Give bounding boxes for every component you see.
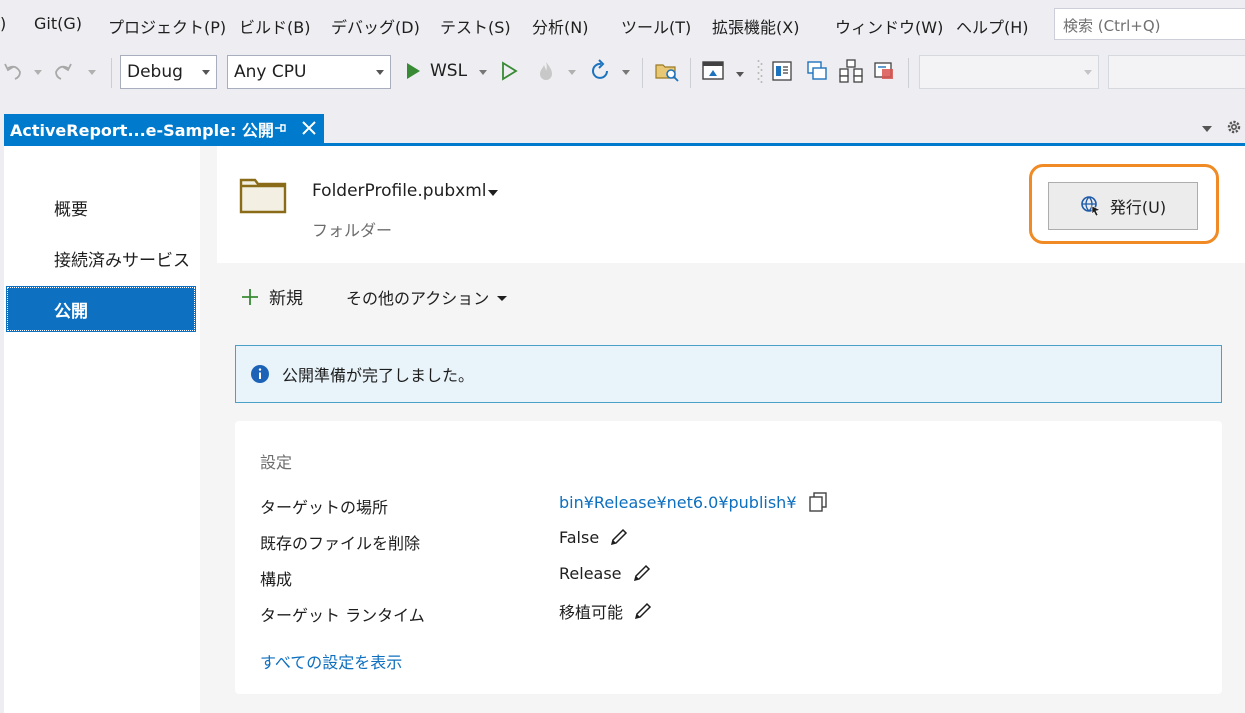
setting-label-delete-existing: 既存のファイルを削除 bbox=[260, 534, 421, 553]
folder-search-icon[interactable] bbox=[654, 59, 680, 83]
pin-icon[interactable] bbox=[272, 120, 288, 140]
hot-reload-icon[interactable] bbox=[534, 59, 558, 83]
close-icon[interactable] bbox=[300, 119, 318, 141]
setting-value-target-runtime: 移植可能 bbox=[559, 599, 653, 623]
setting-label-target-location: ターゲットの場所 bbox=[260, 498, 389, 517]
platform-select[interactable]: Any CPU bbox=[227, 55, 391, 89]
settings-title: 設定 bbox=[260, 453, 293, 472]
new-profile-button[interactable]: 新規 bbox=[240, 284, 303, 309]
configuration-value: Debug bbox=[127, 62, 183, 82]
other-actions-menu[interactable]: その他のアクション bbox=[346, 285, 508, 309]
pencil-icon[interactable] bbox=[632, 563, 652, 583]
chevron-down-icon bbox=[497, 296, 508, 301]
target-runtime-value: 移植可能 bbox=[559, 603, 624, 622]
menu-item-extensions[interactable]: 拡張機能(X) bbox=[712, 14, 799, 38]
data-sources-icon[interactable] bbox=[872, 59, 896, 83]
nav-item-publish[interactable]: 公開 bbox=[6, 286, 196, 332]
profile-type: フォルダー bbox=[312, 221, 393, 240]
redo-icon[interactable] bbox=[52, 60, 74, 82]
menu-bar: ) Git(G) プロジェクト(P) ビルド(B) デバッグ(D) テスト(S)… bbox=[0, 0, 1245, 50]
menu-item-analyze[interactable]: 分析(N) bbox=[532, 14, 588, 38]
report-icon[interactable] bbox=[770, 59, 794, 83]
profile-card: FolderProfile.pubxml フォルダー 発行(U) bbox=[217, 146, 1245, 263]
undo-icon[interactable] bbox=[2, 60, 24, 82]
run-dropdown-icon[interactable] bbox=[479, 70, 487, 75]
pencil-icon[interactable] bbox=[633, 601, 653, 621]
menu-item-file-partial[interactable]: ) bbox=[0, 14, 6, 33]
publish-button-label: 発行(U) bbox=[1109, 198, 1167, 217]
publish-button[interactable]: 発行(U) bbox=[1048, 182, 1198, 230]
menu-item-window[interactable]: ウィンドウ(W) bbox=[835, 14, 943, 38]
info-icon bbox=[251, 365, 269, 383]
profile-dropdown-icon[interactable] bbox=[488, 190, 498, 196]
configuration-select[interactable]: Debug bbox=[120, 55, 217, 89]
setting-value-target-location[interactable]: bin¥Release¥net6.0¥publish¥ bbox=[559, 491, 829, 513]
run-button[interactable]: WSL bbox=[404, 60, 467, 82]
tab-list-dropdown-icon[interactable] bbox=[1202, 126, 1212, 132]
setting-label-configuration: 構成 bbox=[260, 570, 293, 589]
other-actions-label: その他のアクション bbox=[346, 289, 490, 308]
info-message: 公開準備が完了しました。 bbox=[282, 366, 475, 385]
gear-icon[interactable] bbox=[1225, 118, 1243, 140]
disabled-select bbox=[919, 55, 1099, 89]
platform-value: Any CPU bbox=[234, 62, 307, 82]
grip-icon bbox=[757, 58, 763, 86]
nav-item-connected-services[interactable]: 接続済みサービス bbox=[6, 235, 196, 281]
target-location-link[interactable]: bin¥Release¥net6.0¥publish¥ bbox=[559, 493, 797, 512]
redo-dropdown-icon[interactable] bbox=[88, 70, 96, 75]
copy-icon[interactable] bbox=[807, 491, 829, 513]
left-nav: 概要 接続済みサービス 公開 bbox=[4, 146, 200, 713]
refresh-dropdown-icon[interactable] bbox=[622, 70, 630, 75]
profile-name[interactable]: FolderProfile.pubxml bbox=[312, 181, 487, 201]
publish-page: 概要 接続済みサービス 公開 FolderProfile.pubxml フォルダ… bbox=[4, 146, 1245, 713]
menu-item-debug[interactable]: デバッグ(D) bbox=[331, 14, 420, 38]
document-tab[interactable]: ActiveReport...e-Sample: 公開 bbox=[4, 114, 324, 143]
globe-cursor-icon bbox=[1081, 196, 1101, 217]
nav-item-overview[interactable]: 概要 bbox=[6, 184, 196, 230]
configuration-setting-value: Release bbox=[559, 563, 622, 583]
delete-existing-value: False bbox=[559, 527, 600, 547]
undo-dropdown-icon[interactable] bbox=[34, 70, 42, 75]
plus-icon bbox=[242, 288, 258, 305]
run-target-label: WSL bbox=[430, 61, 468, 81]
toolbar-overflow-icon[interactable] bbox=[736, 72, 744, 77]
new-profile-label: 新規 bbox=[269, 289, 303, 309]
menu-item-tools[interactable]: ツール(T) bbox=[621, 14, 691, 38]
menu-item-git[interactable]: Git(G) bbox=[34, 14, 82, 33]
tab-title: ActiveReport...e-Sample: 公開 bbox=[10, 120, 274, 140]
browser-window-icon[interactable] bbox=[701, 59, 725, 83]
menu-item-build[interactable]: ビルド(B) bbox=[239, 14, 310, 38]
search-input[interactable]: 検索 (Ctrl+Q) bbox=[1054, 8, 1245, 40]
disabled-select-2 bbox=[1108, 55, 1245, 89]
pencil-icon[interactable] bbox=[609, 527, 629, 547]
toolbar: Debug Any CPU WSL bbox=[0, 50, 1245, 95]
setting-value-delete-existing: False bbox=[559, 527, 629, 547]
layout-icon[interactable] bbox=[838, 58, 864, 84]
show-all-settings-link[interactable]: すべての設定を表示 bbox=[260, 649, 402, 673]
play-icon bbox=[407, 63, 420, 79]
refresh-icon[interactable] bbox=[588, 59, 612, 83]
menu-item-test[interactable]: テスト(S) bbox=[440, 14, 511, 38]
menu-item-project[interactable]: プロジェクト(P) bbox=[108, 14, 226, 38]
folder-icon bbox=[239, 176, 287, 218]
hot-reload-dropdown-icon[interactable] bbox=[568, 70, 576, 75]
info-banner: 公開準備が完了しました。 bbox=[235, 345, 1222, 403]
menu-item-help[interactable]: ヘルプ(H) bbox=[956, 14, 1029, 38]
windows-icon[interactable] bbox=[805, 59, 829, 83]
settings-card: 設定 ターゲットの場所 bin¥Release¥net6.0¥publish¥ … bbox=[235, 421, 1222, 694]
setting-label-target-runtime: ターゲット ランタイム bbox=[260, 606, 425, 625]
setting-value-configuration: Release bbox=[559, 563, 652, 583]
start-without-debugging-icon[interactable] bbox=[499, 60, 519, 82]
